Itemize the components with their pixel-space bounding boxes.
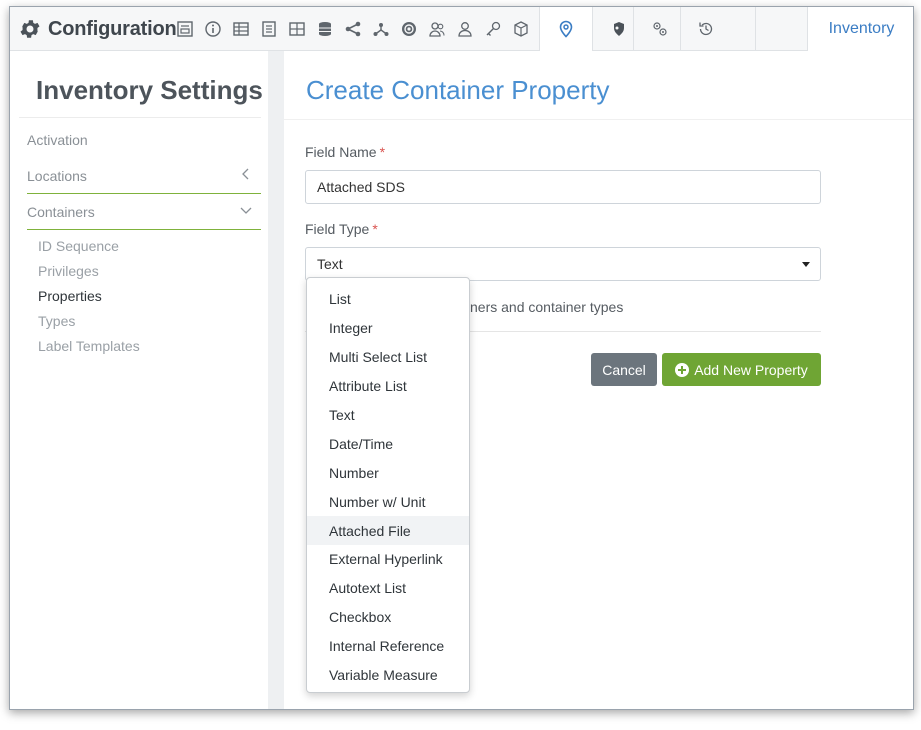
field-type-dropdown: List Integer Multi Select List Attribute… bbox=[306, 277, 470, 693]
field-type-select[interactable]: Text bbox=[305, 247, 821, 281]
table-icon[interactable] bbox=[230, 18, 252, 40]
cube-icon[interactable] bbox=[510, 18, 532, 40]
plus-circle-icon bbox=[675, 362, 690, 377]
caret-down-icon bbox=[802, 262, 810, 267]
dropdown-option-date-time[interactable]: Date/Time bbox=[307, 429, 469, 458]
dropdown-option-variable-measure[interactable]: Variable Measure bbox=[307, 661, 469, 690]
chevron-left-icon bbox=[242, 168, 249, 180]
sidebar: Inventory Settings Activation Locations … bbox=[10, 51, 268, 709]
user-icon[interactable] bbox=[454, 18, 476, 40]
dropdown-option-attached-file[interactable]: Attached File bbox=[307, 516, 469, 546]
grid-icon[interactable] bbox=[286, 18, 308, 40]
sidebar-title: Inventory Settings bbox=[36, 75, 263, 105]
help-text-visible-part: ners and container types bbox=[470, 299, 624, 315]
cogs-icon[interactable] bbox=[649, 18, 671, 40]
toolbar-divider bbox=[680, 7, 681, 51]
dropdown-option-text[interactable]: Text bbox=[307, 401, 469, 430]
dropdown-option-autotext-list[interactable]: Autotext List bbox=[307, 574, 469, 603]
sidebar-subitem-label-templates[interactable]: Label Templates bbox=[38, 338, 140, 354]
required-mark: * bbox=[372, 221, 378, 237]
app-window: Configuration Inventory Inventory Settin… bbox=[9, 6, 914, 710]
top-toolbar: Configuration Inventory bbox=[10, 7, 913, 51]
users-icon[interactable] bbox=[426, 18, 448, 40]
sidebar-item-containers[interactable]: Containers bbox=[27, 194, 261, 230]
sidebar-subitem-properties[interactable]: Properties bbox=[38, 288, 102, 304]
sidebar-item-activation[interactable]: Activation bbox=[27, 122, 261, 158]
badge-icon[interactable] bbox=[398, 18, 420, 40]
cancel-button[interactable]: Cancel bbox=[591, 353, 657, 386]
sidebar-item-label: Locations bbox=[27, 167, 87, 184]
page-title: Create Container Property bbox=[306, 75, 610, 105]
field-name-label: Field Name * bbox=[305, 144, 385, 160]
dropdown-option-attribute-list[interactable]: Attribute List bbox=[307, 372, 469, 401]
dropdown-option-list[interactable]: List bbox=[307, 285, 469, 314]
field-type-label-text: Field Type bbox=[305, 221, 370, 237]
required-mark: * bbox=[379, 144, 386, 160]
field-name-input[interactable] bbox=[305, 170, 821, 204]
sidebar-item-label: Activation bbox=[27, 132, 88, 148]
sidebar-item-label: Containers bbox=[27, 203, 95, 220]
dropdown-option-number-with-unit[interactable]: Number w/ Unit bbox=[307, 487, 469, 516]
add-new-property-button[interactable]: Add New Property bbox=[662, 353, 821, 386]
toolbar-divider bbox=[755, 7, 756, 51]
sidebar-subitem-privileges[interactable]: Privileges bbox=[38, 263, 99, 279]
field-type-label: Field Type * bbox=[305, 221, 378, 237]
title-divider bbox=[284, 119, 913, 120]
tab-inventory[interactable]: Inventory bbox=[807, 7, 913, 51]
brand: Configuration bbox=[18, 7, 177, 51]
dropdown-option-internal-reference[interactable]: Internal Reference bbox=[307, 632, 469, 661]
info-icon[interactable] bbox=[202, 18, 224, 40]
database-icon[interactable] bbox=[314, 18, 336, 40]
field-name-label-text: Field Name bbox=[305, 144, 377, 160]
history-icon[interactable] bbox=[695, 18, 717, 40]
form-icon[interactable] bbox=[174, 18, 196, 40]
location-icon[interactable] bbox=[555, 18, 577, 40]
network-icon[interactable] bbox=[370, 18, 392, 40]
dropdown-option-integer[interactable]: Integer bbox=[307, 314, 469, 343]
cancel-button-label: Cancel bbox=[602, 361, 646, 378]
shield-icon[interactable] bbox=[608, 18, 630, 40]
dropdown-option-multi-select-list[interactable]: Multi Select List bbox=[307, 343, 469, 372]
sidebar-item-locations[interactable]: Locations bbox=[27, 158, 261, 194]
toolbar-divider bbox=[633, 7, 634, 51]
field-type-selected-value: Text bbox=[317, 256, 343, 272]
app-title: Configuration bbox=[48, 17, 177, 40]
chevron-down-icon bbox=[240, 207, 252, 214]
share-icon[interactable] bbox=[342, 18, 364, 40]
dropdown-option-checkbox[interactable]: Checkbox bbox=[307, 603, 469, 632]
list-icon[interactable] bbox=[258, 18, 280, 40]
dropdown-option-external-hyperlink[interactable]: External Hyperlink bbox=[307, 545, 469, 574]
sidebar-subitem-types[interactable]: Types bbox=[38, 313, 75, 329]
sidebar-divider bbox=[19, 117, 261, 118]
sidebar-scrollbar[interactable] bbox=[268, 51, 284, 709]
dropdown-option-number[interactable]: Number bbox=[307, 458, 469, 487]
key-icon[interactable] bbox=[482, 18, 504, 40]
sidebar-subitem-id-sequence[interactable]: ID Sequence bbox=[38, 238, 119, 254]
add-button-label: Add New Property bbox=[694, 361, 808, 378]
gear-icon bbox=[18, 17, 42, 41]
